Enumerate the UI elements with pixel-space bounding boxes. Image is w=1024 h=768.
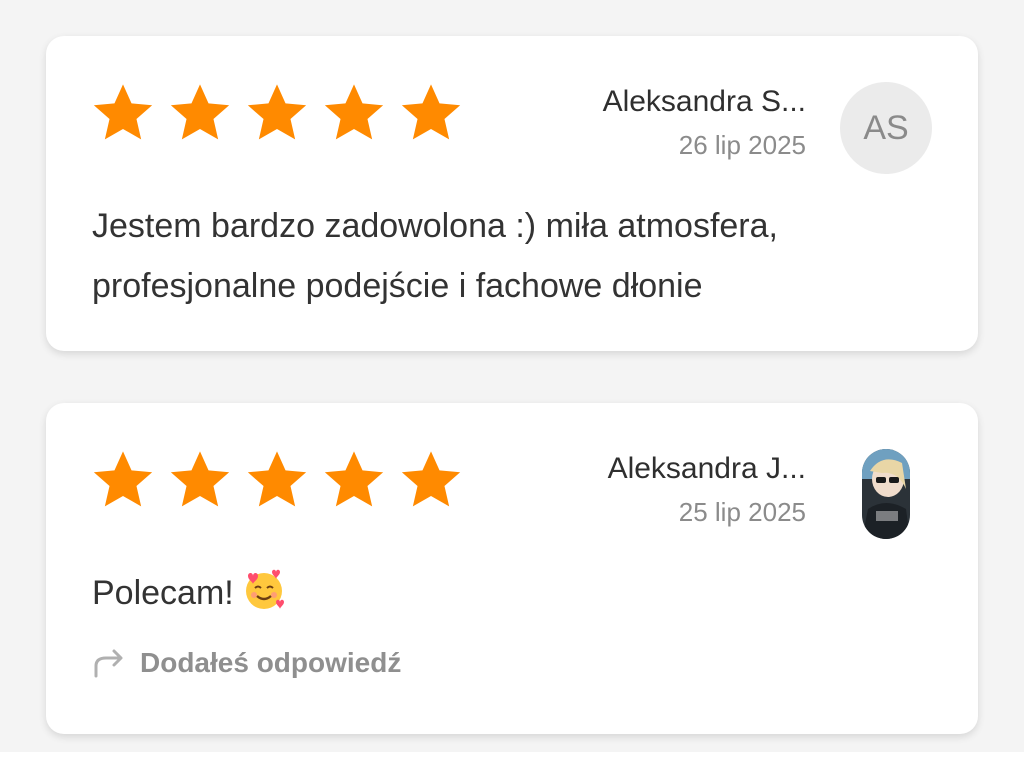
author-name: Aleksandra J... bbox=[607, 452, 806, 485]
smiling-face-with-hearts-icon bbox=[242, 568, 286, 612]
star-icon bbox=[167, 447, 233, 513]
star-rating bbox=[90, 80, 464, 146]
star-icon bbox=[244, 447, 310, 513]
reply-label: Dodałeś odpowiedź bbox=[140, 647, 402, 678]
star-icon bbox=[321, 80, 387, 146]
review-card[interactable]: Aleksandra J... 25 lip 2025 Polecam! Dod… bbox=[46, 403, 978, 734]
star-icon bbox=[321, 447, 387, 513]
author-name: Aleksandra S... bbox=[602, 85, 806, 118]
review-text: Polecam! bbox=[92, 563, 918, 623]
star-icon bbox=[244, 80, 310, 146]
star-icon bbox=[398, 80, 464, 146]
star-icon bbox=[90, 80, 156, 146]
reply-arrow-icon bbox=[92, 648, 126, 678]
star-icon bbox=[90, 447, 156, 513]
avatar-photo[interactable] bbox=[862, 449, 910, 539]
star-icon bbox=[398, 447, 464, 513]
page-bottom-edge bbox=[0, 752, 1024, 768]
avatar[interactable]: AS bbox=[840, 82, 932, 174]
star-rating bbox=[90, 447, 464, 513]
review-date: 25 lip 2025 bbox=[678, 497, 806, 527]
star-icon bbox=[167, 80, 233, 146]
review-date: 26 lip 2025 bbox=[678, 130, 806, 160]
reply-indicator[interactable]: Dodałeś odpowiedź bbox=[92, 647, 401, 679]
review-card[interactable]: Aleksandra S... 26 lip 2025 AS Jestem ba… bbox=[46, 36, 978, 351]
review-author: Aleksandra S... 26 lip 2025 bbox=[603, 80, 806, 162]
review-author: Aleksandra J... 25 lip 2025 bbox=[608, 447, 806, 529]
review-text-content: Polecam! bbox=[92, 574, 234, 612]
review-text: Jestem bardzo zadowolona :) miła atmosfe… bbox=[92, 207, 778, 305]
